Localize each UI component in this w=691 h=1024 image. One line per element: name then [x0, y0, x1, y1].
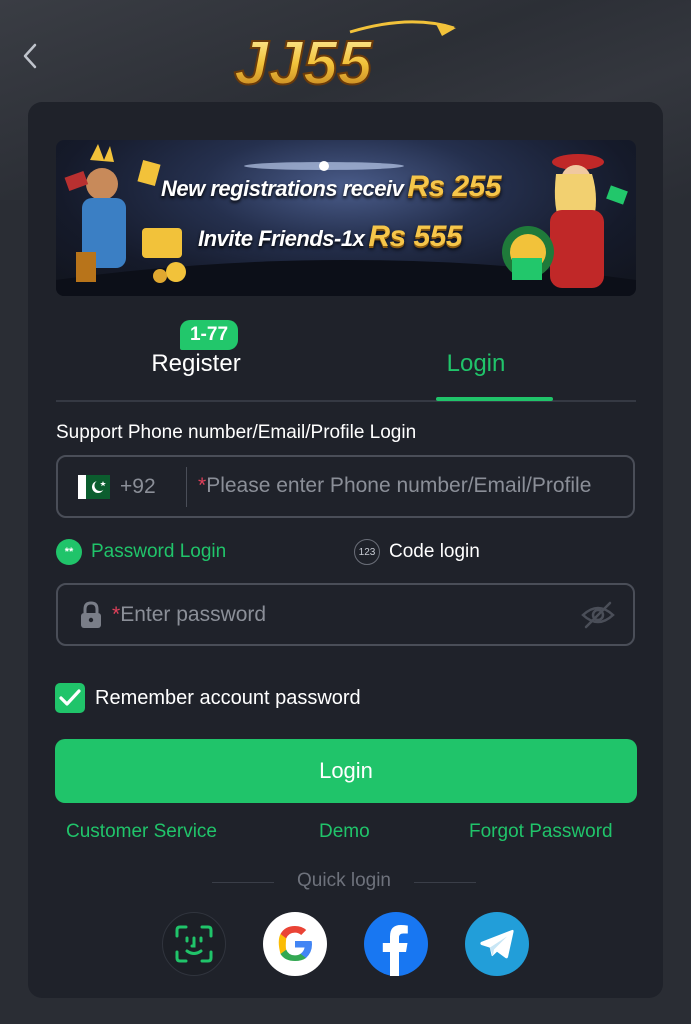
quick-login-divider: Quick login: [212, 870, 476, 894]
facebook-login-button[interactable]: [364, 912, 428, 976]
account-input-field[interactable]: +92 *Please enter Phone number/Email/Pro…: [56, 455, 635, 518]
field-divider: [186, 467, 187, 507]
quick-login-line-right: [414, 882, 476, 883]
back-button[interactable]: [14, 38, 46, 74]
lock-icon: [81, 601, 101, 628]
remember-password-option[interactable]: Remember account password: [55, 683, 361, 713]
customer-service-link[interactable]: Customer Service: [66, 821, 217, 843]
google-login-button[interactable]: [263, 912, 327, 976]
quick-login-label: Quick login: [297, 870, 391, 891]
eye-slash-icon[interactable]: [581, 601, 615, 629]
brand-logo: JJ55: [230, 18, 460, 99]
tab-register[interactable]: Register: [96, 350, 296, 378]
demo-link[interactable]: Demo: [319, 821, 370, 843]
register-bonus-badge: 1-77: [180, 320, 238, 350]
checkmark-icon: [59, 689, 81, 706]
banner-headline-2: Invite Friends-1x Rs 555: [198, 220, 463, 253]
login-submit-button[interactable]: Login: [55, 739, 637, 803]
google-icon: [278, 926, 312, 961]
remember-label: Remember account password: [95, 686, 361, 709]
auth-tabs: Register 1-77 Login: [56, 320, 636, 402]
telegram-login-button[interactable]: [465, 912, 529, 976]
country-code[interactable]: +92: [120, 475, 156, 499]
remember-checkbox[interactable]: [55, 683, 85, 713]
password-login-option[interactable]: ** Password Login: [56, 537, 226, 567]
account-field-label: Support Phone number/Email/Profile Login: [56, 422, 417, 443]
telegram-icon: [480, 929, 514, 959]
password-input-field[interactable]: *Enter password: [56, 583, 635, 646]
forgot-password-link[interactable]: Forgot Password: [469, 821, 613, 843]
promo-banner[interactable]: New registrations receiv Rs 255 Invite Fr…: [56, 140, 636, 296]
facebook-icon: [382, 925, 408, 976]
code-login-label: Code login: [389, 541, 480, 562]
chevron-left-icon: [23, 43, 37, 69]
woman-figure: [502, 154, 628, 288]
warrior-figure: [64, 144, 186, 283]
account-input-placeholder[interactable]: *Please enter Phone number/Email/Profile: [198, 474, 591, 498]
tab-login[interactable]: Login: [376, 350, 576, 378]
numeric-code-icon: 123: [354, 539, 380, 565]
face-id-icon: [175, 925, 213, 963]
password-dots-icon: **: [56, 539, 82, 565]
code-login-option[interactable]: 123 Code login: [354, 537, 480, 567]
svg-text:JJ55: JJ55: [234, 29, 373, 94]
face-id-login-button[interactable]: [162, 912, 226, 976]
active-tab-indicator: [436, 397, 553, 401]
banner-headline-1: New registrations receiv Rs 255: [161, 170, 502, 203]
password-input-placeholder[interactable]: *Enter password: [112, 603, 266, 627]
pakistan-flag-icon[interactable]: [78, 475, 110, 499]
password-login-label: Password Login: [91, 541, 227, 562]
